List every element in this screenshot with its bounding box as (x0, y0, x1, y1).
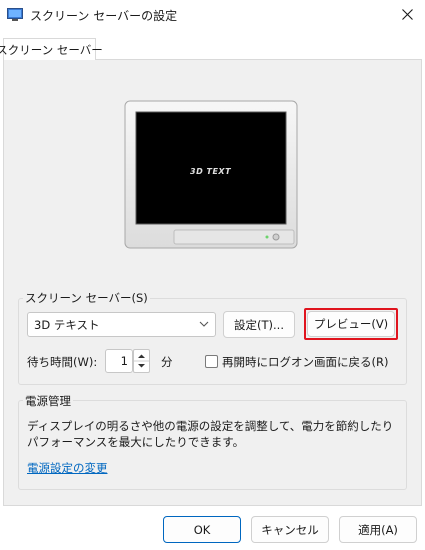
wait-time-spinner[interactable] (133, 349, 150, 373)
resume-logon-label[interactable]: 再開時にログオン画面に戻る(R) (222, 354, 388, 370)
close-button[interactable] (393, 2, 421, 26)
wait-time-unit: 分 (161, 355, 173, 369)
power-description-line2: パフォーマンスを最大にしたりできます。 (27, 435, 245, 449)
power-group-legend: 電源管理 (23, 393, 73, 409)
resume-logon-checkbox[interactable] (205, 355, 218, 368)
window-title: スクリーン セーバーの設定 (30, 9, 178, 23)
spin-up-icon[interactable] (138, 354, 145, 359)
tab-screensaver[interactable]: スクリーン セーバー (0, 38, 103, 60)
power-settings-link[interactable]: 電源設定の変更 (27, 460, 108, 476)
screensaver-select[interactable]: 3D テキスト (27, 312, 216, 337)
apply-button[interactable]: 適用(A) (339, 516, 417, 543)
spin-down-icon[interactable] (138, 364, 145, 368)
ok-button[interactable]: OK (163, 516, 241, 543)
preview-screen-text: 3D TEXT (190, 167, 232, 176)
wait-time-input[interactable]: 1 (105, 349, 133, 373)
preview-button[interactable]: プレビュー(V) (307, 311, 395, 337)
power-description-line1: ディスプレイの明るさや他の電源の設定を調整して、電力を節約したり (27, 419, 394, 433)
close-icon (401, 8, 413, 20)
screensaver-group-legend: スクリーン セーバー(S) (23, 290, 150, 306)
chevron-down-icon (199, 321, 209, 327)
screensaver-select-value: 3D テキスト (34, 317, 100, 332)
cancel-button[interactable]: キャンセル (251, 516, 329, 543)
screensaver-app-icon (7, 8, 23, 21)
wait-time-label: 待ち時間(W): (27, 355, 98, 369)
settings-button[interactable]: 設定(T)... (223, 311, 295, 338)
